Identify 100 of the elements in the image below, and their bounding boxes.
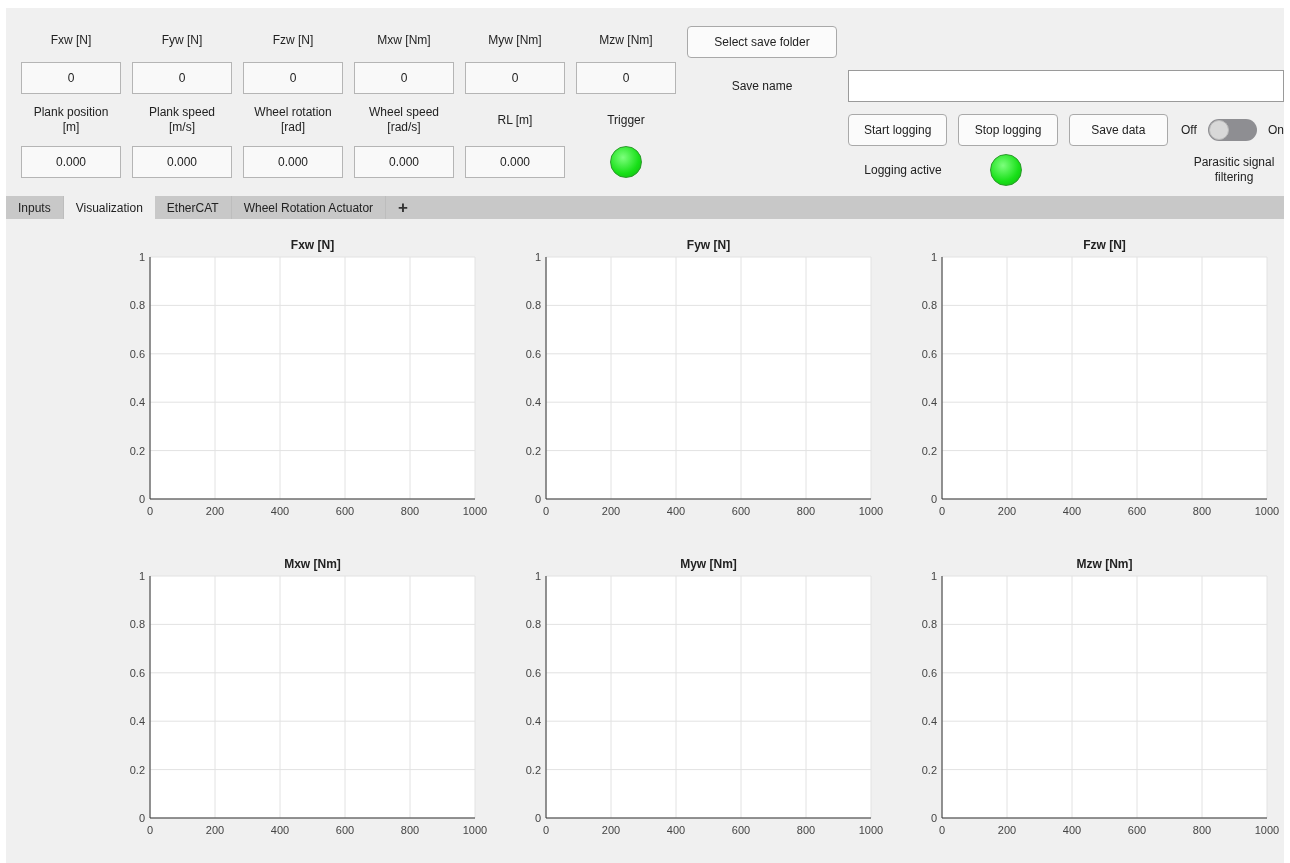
field-label: Myw [Nm] — [487, 32, 543, 48]
field-label: Trigger — [606, 112, 646, 128]
tick-label: 1000 — [462, 824, 488, 836]
tick-label: 600 — [335, 824, 355, 836]
chart-title: Myw [Nm] — [680, 557, 737, 571]
value-field[interactable]: 0 — [132, 62, 232, 94]
field-label: Plank position [m] — [32, 105, 110, 135]
tick-label: 0.8 — [525, 618, 541, 631]
tick-label: 0.4 — [921, 715, 937, 728]
chart-title: Mzw [Nm] — [1076, 557, 1133, 571]
value-field[interactable]: 0.000 — [132, 146, 232, 178]
tick-label: 0.4 — [129, 715, 145, 728]
select-folder-button[interactable]: Select save folder — [687, 26, 837, 58]
value-field[interactable]: 0 — [354, 62, 454, 94]
toggle-switch[interactable] — [1207, 119, 1257, 141]
tick-label: 200 — [997, 824, 1017, 836]
tick-label: 0.4 — [921, 396, 937, 409]
field-label: Mxw [Nm] — [376, 32, 432, 48]
tick-label: 0.2 — [525, 444, 541, 457]
value-field[interactable]: 0.000 — [21, 146, 121, 178]
tick-label: 400 — [1062, 505, 1082, 517]
field-label: Fzw [N] — [271, 32, 315, 48]
tick-label: 400 — [1062, 824, 1082, 836]
chart-title: Mxw [Nm] — [284, 557, 341, 571]
tick-label: 600 — [1127, 505, 1147, 517]
field-label: Mzw [Nm] — [598, 32, 654, 48]
tick-label: 0 — [930, 812, 937, 824]
tick-label: 0 — [542, 505, 550, 517]
tick-label: 800 — [796, 505, 816, 517]
value-field[interactable]: 0 — [243, 62, 343, 94]
tick-label: 0.6 — [129, 666, 145, 679]
value-field[interactable]: 0 — [21, 62, 121, 94]
tick-label: 400 — [666, 824, 686, 836]
field-label: Fxw [N] — [49, 32, 93, 48]
tick-label: 400 — [666, 505, 686, 517]
tick-label: 0.6 — [921, 347, 937, 360]
value-field[interactable]: 0 — [576, 62, 676, 94]
field-label: Plank speed [m/s] — [147, 105, 216, 135]
tick-label: 0 — [138, 493, 145, 505]
save-name-field[interactable] — [848, 70, 1284, 102]
tick-label: 0 — [938, 505, 946, 517]
tick-label: 1 — [930, 251, 937, 263]
field-label: Wheel rotation [rad] — [253, 105, 333, 135]
tick-label: 1 — [138, 570, 145, 582]
tick-label: 0 — [534, 493, 541, 505]
chart-title: Fzw [N] — [1083, 238, 1126, 252]
tick-label: 0.8 — [525, 299, 541, 312]
logging-button[interactable]: Start logging — [848, 114, 948, 146]
tick-label: 0.8 — [129, 299, 145, 312]
tick-label: 1 — [930, 570, 937, 582]
status-label: Logging active — [863, 162, 943, 179]
tick-label: 0 — [138, 812, 145, 824]
tick-label: 1000 — [1254, 505, 1280, 517]
add-tab-button[interactable]: + — [386, 196, 420, 219]
logging-button[interactable]: Save data — [1068, 114, 1168, 146]
tick-label: 800 — [400, 824, 420, 836]
tick-label: 0 — [146, 505, 154, 517]
tick-label: 0.4 — [525, 715, 541, 728]
tick-label: 400 — [270, 824, 290, 836]
tick-label: 800 — [796, 824, 816, 836]
value-field[interactable]: 0 — [465, 62, 565, 94]
tick-label: 0.4 — [525, 396, 541, 409]
switch-label: Off — [1181, 122, 1197, 139]
switch-caption: Parasitic signal filtering — [1192, 155, 1276, 185]
tick-label: 1 — [138, 251, 145, 263]
tick-label: 0.2 — [129, 444, 145, 457]
tick-label: 0 — [930, 493, 937, 505]
tick-label: 200 — [601, 824, 621, 836]
tick-label: 600 — [731, 824, 751, 836]
tick-label: 200 — [205, 824, 225, 836]
logging-button[interactable]: Stop logging — [958, 114, 1058, 146]
tick-label: 0.2 — [525, 763, 541, 776]
tick-label: 600 — [731, 505, 751, 517]
chart-title: Fyw [N] — [686, 238, 731, 252]
chart-title: Fxw [N] — [290, 238, 335, 252]
tick-label: 1000 — [858, 824, 884, 836]
tick-label: 800 — [1192, 505, 1212, 517]
field-label: Wheel speed [rad/s] — [367, 105, 440, 135]
tick-label: 0.2 — [921, 763, 937, 776]
tick-label: 0.6 — [129, 347, 145, 360]
tick-label: 0 — [938, 824, 946, 836]
tab[interactable]: Visualization — [63, 196, 155, 219]
tick-label: 1000 — [1254, 824, 1280, 836]
tick-label: 600 — [1127, 824, 1147, 836]
tick-label: 0.4 — [129, 396, 145, 409]
tick-label: 0.6 — [921, 666, 937, 679]
tick-label: 0.6 — [525, 347, 541, 360]
tick-label: 0.8 — [921, 618, 937, 631]
tick-label: 400 — [270, 505, 290, 517]
tick-label: 0 — [146, 824, 154, 836]
tick-label: 800 — [400, 505, 420, 517]
value-field[interactable]: 0.000 — [243, 146, 343, 178]
tick-label: 0 — [542, 824, 550, 836]
tick-label: 0 — [534, 812, 541, 824]
tick-label: 0.6 — [525, 666, 541, 679]
value-field[interactable]: 0.000 — [354, 146, 454, 178]
switch-label: On — [1267, 122, 1284, 139]
value-field[interactable]: 0.000 — [465, 146, 565, 178]
field-label: Fyw [N] — [160, 32, 204, 48]
tick-label: 800 — [1192, 824, 1212, 836]
